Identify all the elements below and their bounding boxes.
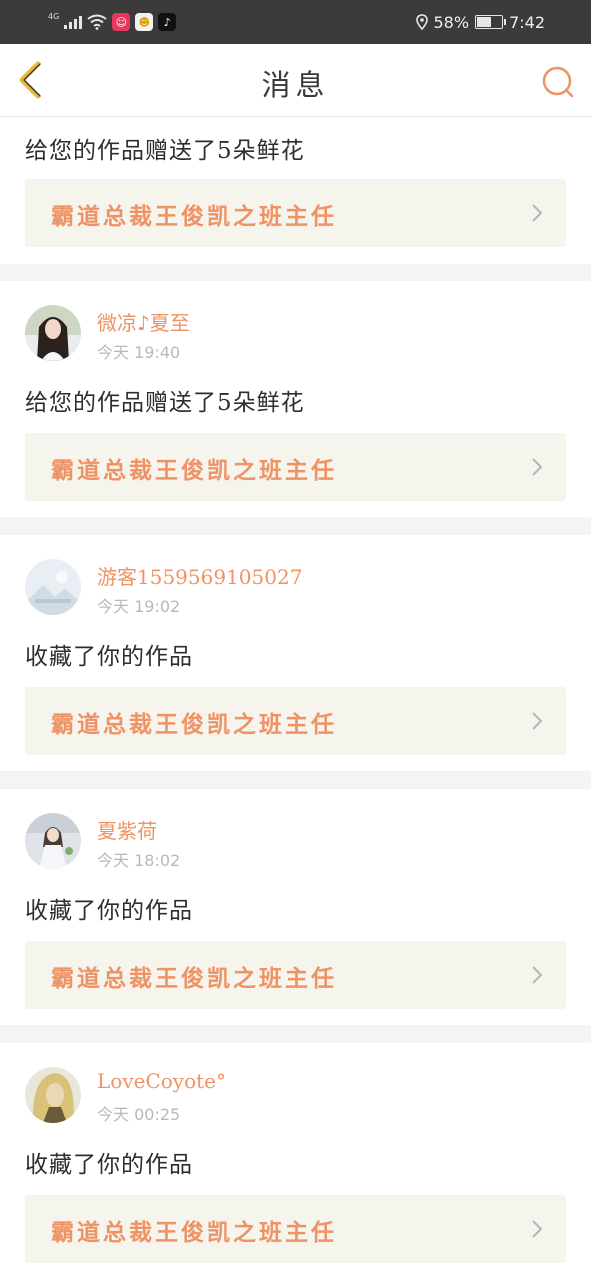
page-title: 消息 xyxy=(261,68,330,102)
timestamp: 今天 18:02 xyxy=(97,851,181,870)
app-notification-icon: ☻ xyxy=(135,13,154,31)
notification-message: 收藏了你的作品 xyxy=(25,1152,193,1178)
work-link[interactable]: 霸道总裁王俊凯之班主任 xyxy=(25,687,566,755)
battery-level xyxy=(477,17,491,27)
timestamp: 今天 00:25 xyxy=(97,1105,181,1124)
signal-icon xyxy=(64,15,83,29)
clock: 7:42 xyxy=(509,12,545,32)
notification-card: 游客1559569105027 今天 19:02 收藏了你的作品 霸道总裁王俊凯… xyxy=(0,535,591,771)
chevron-right-icon xyxy=(532,458,543,476)
network-type: 4G xyxy=(48,12,60,21)
chevron-right-icon xyxy=(532,712,543,730)
user-row[interactable]: 微凉♪夏至 今天 19:40 xyxy=(25,305,565,362)
username[interactable]: 微凉♪夏至 xyxy=(97,307,190,336)
chevron-right-icon xyxy=(532,966,543,984)
location-icon xyxy=(415,14,428,30)
avatar[interactable] xyxy=(25,1067,81,1123)
notification-card: 微凉♪夏至 今天 19:40 给您的作品赠送了5朵鲜花 霸道总裁王俊凯之班主任 xyxy=(0,281,591,517)
work-title: 霸道总裁王俊凯之班主任 xyxy=(51,965,337,992)
work-link[interactable]: 霸道总裁王俊凯之班主任 xyxy=(25,941,566,1009)
avatar[interactable] xyxy=(25,813,81,869)
user-row[interactable]: 夏紫荷 今天 18:02 xyxy=(25,813,565,870)
notification-message: 给您的作品赠送了5朵鲜花 xyxy=(25,390,305,416)
wifi-icon xyxy=(87,14,107,30)
app-notification-icon: ☺ xyxy=(112,13,131,31)
status-right: 58% 7:42 xyxy=(415,10,545,34)
work-link[interactable]: 霸道总裁王俊凯之班主任 xyxy=(25,433,566,501)
tiktok-icon: ♪ xyxy=(158,13,177,31)
user-row[interactable]: 游客1559569105027 今天 19:02 xyxy=(25,559,565,616)
username[interactable]: LoveCoyote° xyxy=(97,1069,226,1093)
chevron-right-icon xyxy=(532,204,543,222)
avatar-placeholder[interactable] xyxy=(25,559,81,615)
notification-message: 收藏了你的作品 xyxy=(25,898,193,924)
work-title: 霸道总裁王俊凯之班主任 xyxy=(51,203,337,230)
work-link[interactable]: 霸道总裁王俊凯之班主任 xyxy=(25,1195,566,1263)
chevron-right-icon xyxy=(532,1220,543,1238)
work-title: 霸道总裁王俊凯之班主任 xyxy=(51,457,337,484)
work-link[interactable]: 霸道总裁王俊凯之班主任 xyxy=(25,179,566,247)
notification-message: 收藏了你的作品 xyxy=(25,644,193,670)
user-row[interactable]: LoveCoyote° 今天 00:25 xyxy=(25,1067,565,1124)
username[interactable]: 游客1559569105027 xyxy=(97,561,302,590)
status-bar: 4G ☺ ☻ ♪ 58% 7:42 xyxy=(0,0,591,44)
notification-card: 夏紫荷 今天 18:02 收藏了你的作品 霸道总裁王俊凯之班主任 xyxy=(0,789,591,1025)
notification-card: 给您的作品赠送了5朵鲜花 霸道总裁王俊凯之班主任 xyxy=(0,117,591,264)
notification-message: 给您的作品赠送了5朵鲜花 xyxy=(25,138,305,164)
username[interactable]: 夏紫荷 xyxy=(97,815,157,844)
notification-card: LoveCoyote° 今天 00:25 收藏了你的作品 霸道总裁王俊凯之班主任 xyxy=(0,1043,591,1280)
search-icon[interactable] xyxy=(541,64,577,100)
work-title: 霸道总裁王俊凯之班主任 xyxy=(51,711,337,738)
timestamp: 今天 19:02 xyxy=(97,597,181,616)
work-title: 霸道总裁王俊凯之班主任 xyxy=(51,1219,337,1246)
nav-bar: 消息 xyxy=(0,44,591,117)
battery-icon xyxy=(475,15,507,29)
battery-percent: 58% xyxy=(433,12,470,32)
status-left: 4G ☺ ☻ ♪ xyxy=(48,10,177,34)
avatar[interactable] xyxy=(25,305,81,361)
timestamp: 今天 19:40 xyxy=(97,343,181,362)
